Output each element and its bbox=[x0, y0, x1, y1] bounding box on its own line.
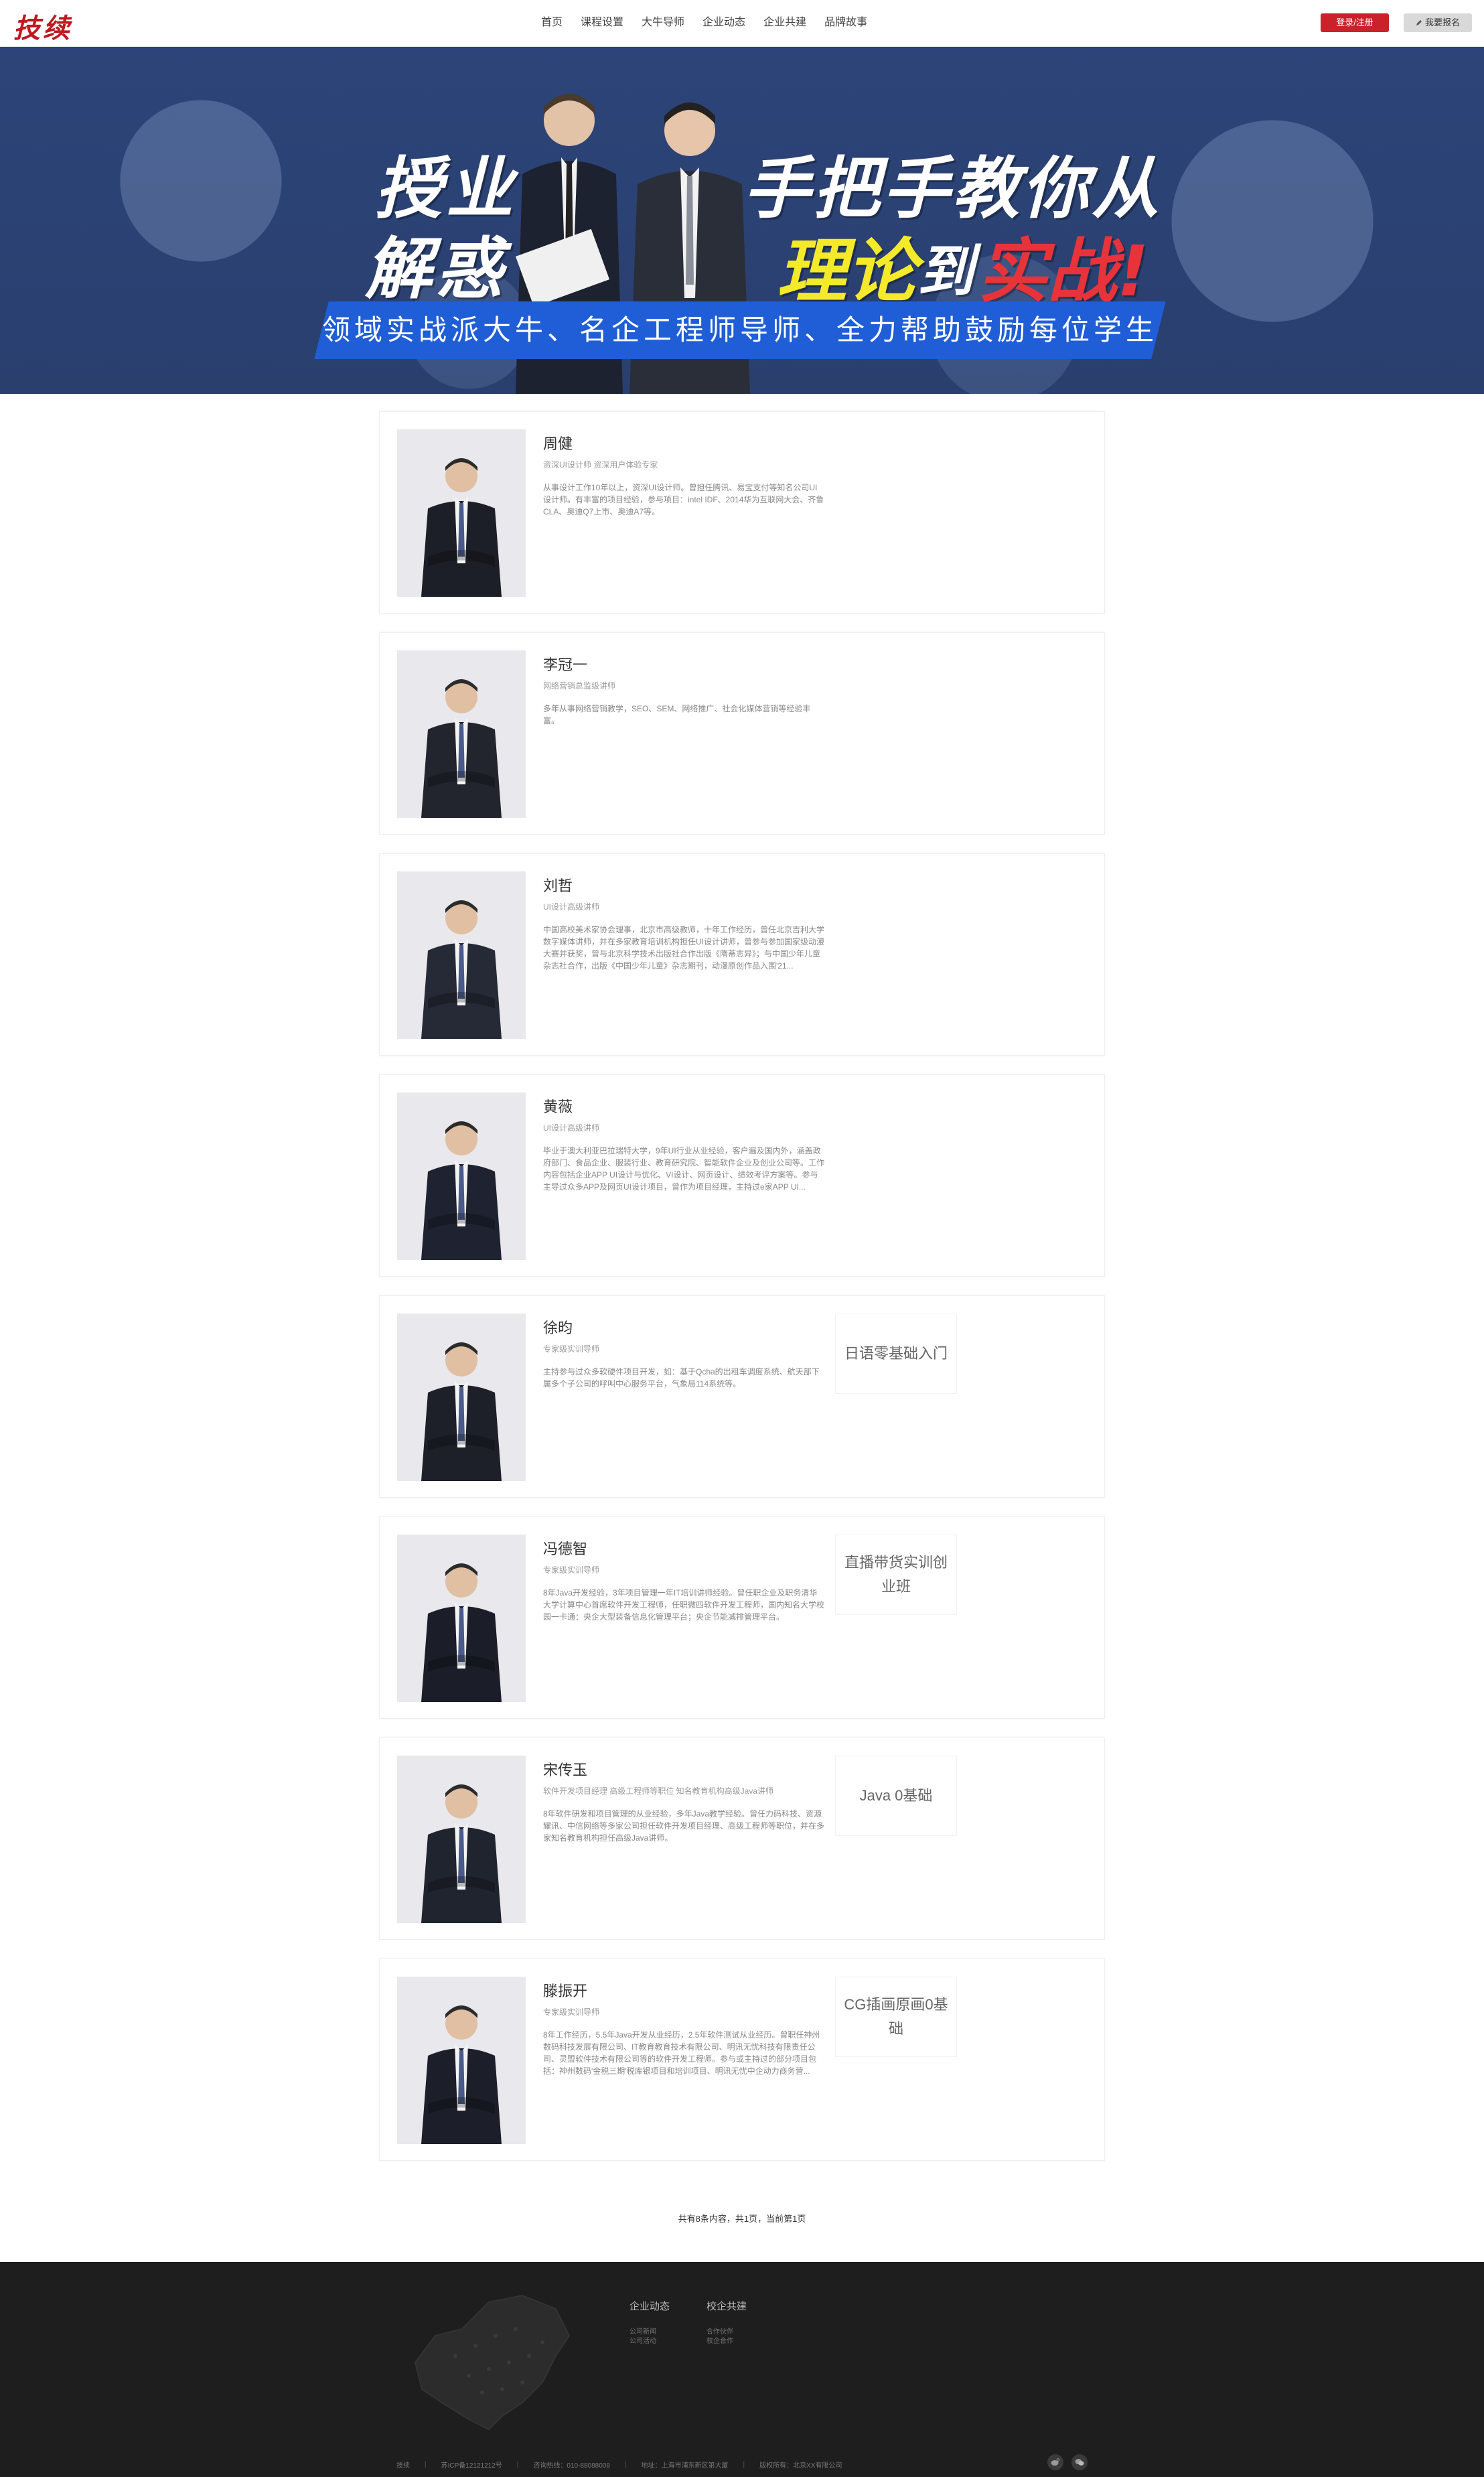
nav-courses[interactable]: 课程设置 bbox=[581, 16, 623, 29]
teacher-photo bbox=[397, 1977, 526, 2144]
teacher-name[interactable]: 徐昀 bbox=[543, 1316, 573, 1338]
teacher-name[interactable]: 滕振开 bbox=[543, 1979, 587, 2001]
teacher-description: 中国高校美术家协会理事，北京市高级教师，十年工作经历，曾任北京吉利大学数字媒体讲… bbox=[543, 925, 824, 971]
teacher-name[interactable]: 刘哲 bbox=[543, 874, 573, 896]
main-nav: 首页 课程设置 大牛导师 企业动态 企业共建 品牌故事 bbox=[541, 16, 885, 29]
teacher-description: 多年从事网络营销教学，SEO、SEM、网络推广、社会化媒体营销等经验丰富。 bbox=[543, 704, 811, 725]
teacher-card[interactable]: 滕振开专家级实训导师 8年工作经历，5.5年Java开发从业经历，2.5年软件测试… bbox=[379, 1959, 1105, 2161]
footer-column-cooperation: 校企共建 合作伙伴 校企合作 bbox=[707, 2299, 747, 2346]
teacher-title: 软件开发项目经理 高级工程师等职位 知名教育机构高级Java讲师 bbox=[543, 1786, 774, 1796]
teacher-card[interactable]: 刘哲 UI设计高级讲师中国高校美术家协会理事，北京市高级教师，十年工作经历，曾任北… bbox=[379, 853, 1105, 1056]
top-header: 技续 首页 课程设置 大牛导师 企业动态 企业共建 品牌故事 登录/注册 我要报… bbox=[0, 0, 1484, 47]
footer-address: 地址：上海市浦东新区第大厦 bbox=[641, 2462, 729, 2470]
footer-separator: | bbox=[425, 2461, 427, 2468]
pagination-info: 共有8条内容，共1页，当前第1页 bbox=[678, 2214, 806, 2224]
teacher-course-link[interactable]: 日语零基础入门 bbox=[835, 1314, 957, 1394]
teacher-description: 8年软件研发和项目管理的从业经验，多年Java教学经验。曾任力码科技、资源耀讯、… bbox=[543, 1809, 824, 1843]
teacher-title: UI设计高级讲师 bbox=[543, 902, 600, 912]
teacher-card[interactable]: 黄薇 UI设计高级讲师毕业于澳大利亚巴拉瑞特大学，9年UI行业从业经验，客户遍及国… bbox=[379, 1074, 1105, 1277]
nav-brand-story[interactable]: 品牌故事 bbox=[824, 16, 867, 29]
teacher-description: 8年工作经历，5.5年Java开发从业经历，2.5年软件测试从业经历。曾职任神州… bbox=[543, 2030, 820, 2076]
teacher-name[interactable]: 冯德智 bbox=[543, 1537, 587, 1559]
teacher-title: UI设计高级讲师 bbox=[543, 1123, 600, 1133]
banner-headline-theory: 理论 bbox=[777, 230, 917, 312]
teacher-card[interactable]: 宋传玉软件开发项目经理 高级工程师等职位 知名教育机构高级Java讲师 8年软件研… bbox=[379, 1738, 1105, 1940]
teacher-description: 毕业于澳大利亚巴拉瑞特大学，9年UI行业从业经验，客户遍及国内外，涵盖政府部门、… bbox=[543, 1146, 824, 1192]
teacher-description: 8年Java开发经验，3年项目管理一年IT培训讲师经验。曾任职企业及职务清华大学… bbox=[543, 1588, 824, 1622]
teacher-name[interactable]: 周健 bbox=[543, 432, 573, 453]
china-map-icon bbox=[414, 2294, 571, 2431]
nav-news[interactable]: 企业动态 bbox=[702, 16, 745, 29]
teacher-name[interactable]: 李冠一 bbox=[543, 653, 587, 675]
footer-column-news: 企业动态 公司新闻 公司活动 bbox=[629, 2299, 670, 2346]
teacher-course-link[interactable]: 直播带货实训创业班 bbox=[835, 1535, 957, 1615]
signup-label: 我要报名 bbox=[1424, 17, 1460, 27]
weibo-icon[interactable] bbox=[1047, 2454, 1063, 2470]
footer-link-school-cooperation[interactable]: 校企合作 bbox=[707, 2337, 747, 2346]
teacher-photo bbox=[397, 871, 526, 1039]
login-button[interactable]: 登录/注册 bbox=[1321, 13, 1389, 32]
teacher-photo bbox=[397, 429, 526, 597]
site-footer: 企业动态 公司新闻 公司活动 校企共建 合作伙伴 校企合作 技续 | 苏ICP备… bbox=[0, 2262, 1484, 2477]
footer-link-company-events[interactable]: 公司活动 bbox=[629, 2337, 670, 2346]
teacher-title: 专家级实训导师 bbox=[543, 2007, 600, 2017]
teacher-card[interactable]: 徐昀专家级实训导师主持参与过众多软硬件项目开发，如：基于Qcha的出租车调度系统… bbox=[379, 1295, 1105, 1498]
hero-banner: 授业 解惑 手把手教你从 理论 到 实战! 领域实战派大牛、名企工程师导师、全力… bbox=[0, 47, 1484, 394]
footer-link-partners[interactable]: 合作伙伴 bbox=[707, 2328, 747, 2337]
banner-headline-to: 到 bbox=[917, 238, 974, 304]
teacher-card[interactable]: 李冠一网络营销总监级讲师多年从事网络营销教学，SEO、SEM、网络推广、社会化媒… bbox=[379, 632, 1105, 835]
teacher-title: 网络营销总监级讲师 bbox=[543, 681, 616, 691]
teacher-name[interactable]: 宋传玉 bbox=[543, 1758, 587, 1780]
footer-brand: 技续 bbox=[396, 2462, 410, 2470]
footer-hotline: 咨询热线：010-88088008 bbox=[533, 2462, 610, 2470]
teacher-photo bbox=[397, 1535, 526, 1702]
teacher-photo bbox=[397, 1756, 526, 1923]
footer-cooperation-title: 校企共建 bbox=[707, 2301, 747, 2312]
teacher-name[interactable]: 黄薇 bbox=[543, 1095, 573, 1117]
wechat-icon[interactable] bbox=[1071, 2454, 1088, 2470]
pen-icon bbox=[1416, 20, 1422, 25]
footer-copyright: 版权所有：北京XX有限公司 bbox=[759, 2462, 842, 2470]
nav-mentors[interactable]: 大牛导师 bbox=[642, 16, 684, 29]
footer-icp[interactable]: 苏ICP备12121212号 bbox=[441, 2460, 502, 2470]
teacher-course-link[interactable]: Java 0基础 bbox=[835, 1756, 957, 1836]
teacher-photo bbox=[397, 650, 526, 818]
signup-button[interactable]: 我要报名 bbox=[1404, 13, 1472, 32]
footer-news-title: 企业动态 bbox=[629, 2301, 670, 2312]
teacher-description: 从事设计工作10年以上，资深UI设计师。曾担任腾讯、易宝支付等知名公司UI设计师… bbox=[543, 483, 824, 516]
teacher-title: 专家级实训导师 bbox=[543, 1344, 600, 1354]
nav-cooperation[interactable]: 企业共建 bbox=[763, 16, 806, 29]
footer-bottom-bar: 技续 | 苏ICP备12121212号 | 咨询热线：010-88088008 … bbox=[396, 2460, 842, 2470]
teacher-title: 资深UI设计师 资深用户体验专家 bbox=[543, 460, 658, 470]
teacher-title: 专家级实训导师 bbox=[543, 1565, 600, 1575]
footer-separator: | bbox=[516, 2461, 519, 2468]
site-logo[interactable]: 技续 bbox=[13, 7, 72, 46]
nav-home[interactable]: 首页 bbox=[541, 16, 563, 29]
footer-link-company-news[interactable]: 公司新闻 bbox=[629, 2328, 670, 2337]
teacher-card[interactable]: 周健资深UI设计师 资深用户体验专家从事设计工作10年以上，资深UI设计师。曾担… bbox=[379, 411, 1105, 614]
teacher-photo bbox=[397, 1092, 526, 1260]
footer-separator: | bbox=[624, 2461, 627, 2468]
banner-slogan: 领域实战派大牛、名企工程师导师、全力帮助鼓励每位学生 bbox=[321, 314, 1158, 346]
footer-separator: | bbox=[743, 2461, 745, 2468]
banner-headline-practice: 实战! bbox=[978, 230, 1149, 312]
teacher-card[interactable]: 冯德智专家级实训导师 8年Java开发经验，3年项目管理一年IT培训讲师经验。曾任… bbox=[379, 1516, 1105, 1719]
teacher-course-link[interactable]: CG插画原画0基础 bbox=[835, 1977, 957, 2057]
teacher-photo bbox=[397, 1314, 526, 1481]
banner-headline-2: 解惑 bbox=[365, 230, 507, 308]
teacher-description: 主持参与过众多软硬件项目开发，如：基于Qcha的出租车调度系统、航天部下属多个子… bbox=[543, 1367, 820, 1389]
